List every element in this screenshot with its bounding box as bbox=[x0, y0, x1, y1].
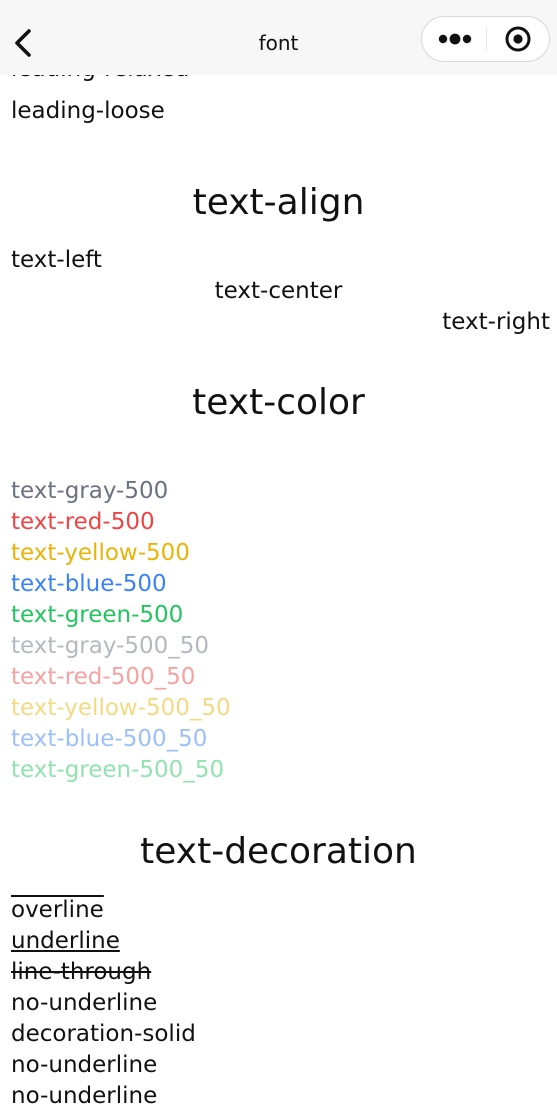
no-underline-sample: no-underline bbox=[11, 990, 158, 1016]
overline-sample: overline bbox=[11, 897, 104, 923]
page: leading-relaxed leading-loose text-align… bbox=[0, 0, 557, 1116]
text-blue-500-50-sample: text-blue-500_50 bbox=[11, 726, 208, 752]
text-green-500-sample: text-green-500 bbox=[11, 602, 184, 628]
no-underline-sample: no-underline bbox=[11, 1083, 158, 1109]
text-yellow-500-sample: text-yellow-500 bbox=[11, 540, 190, 566]
navigation-bar: font bbox=[0, 0, 557, 75]
text-center-sample: text-center bbox=[214, 278, 343, 304]
line-through-sample: line-through bbox=[11, 959, 152, 985]
target-circle-icon bbox=[505, 26, 531, 52]
scroll-content[interactable]: leading-relaxed leading-loose text-align… bbox=[0, 0, 557, 1116]
leading-loose-text: leading-loose bbox=[11, 98, 165, 124]
text-align-heading: text-align bbox=[192, 182, 365, 223]
underline-sample: underline bbox=[11, 928, 120, 954]
text-gray-500-sample: text-gray-500 bbox=[11, 478, 169, 504]
text-gray-500-50-sample: text-gray-500_50 bbox=[11, 633, 210, 659]
text-right-sample: text-right bbox=[442, 309, 550, 335]
close-button[interactable] bbox=[500, 23, 536, 55]
text-decoration-heading: text-decoration bbox=[140, 831, 417, 872]
text-red-500-sample: text-red-500 bbox=[11, 509, 155, 535]
text-left-sample: text-left bbox=[11, 247, 102, 273]
more-dots-icon bbox=[438, 33, 472, 45]
capsule-divider bbox=[486, 28, 487, 50]
text-green-500-50-sample: text-green-500_50 bbox=[11, 757, 225, 783]
text-color-heading: text-color bbox=[192, 382, 365, 423]
text-red-500-50-sample: text-red-500_50 bbox=[11, 664, 196, 690]
more-button[interactable] bbox=[432, 23, 478, 55]
no-underline-sample: no-underline bbox=[11, 1052, 158, 1078]
decoration-solid-sample: decoration-solid bbox=[11, 1021, 196, 1047]
menu-capsule bbox=[421, 16, 550, 62]
text-yellow-500-50-sample: text-yellow-500_50 bbox=[11, 695, 231, 721]
text-blue-500-sample: text-blue-500 bbox=[11, 571, 167, 597]
